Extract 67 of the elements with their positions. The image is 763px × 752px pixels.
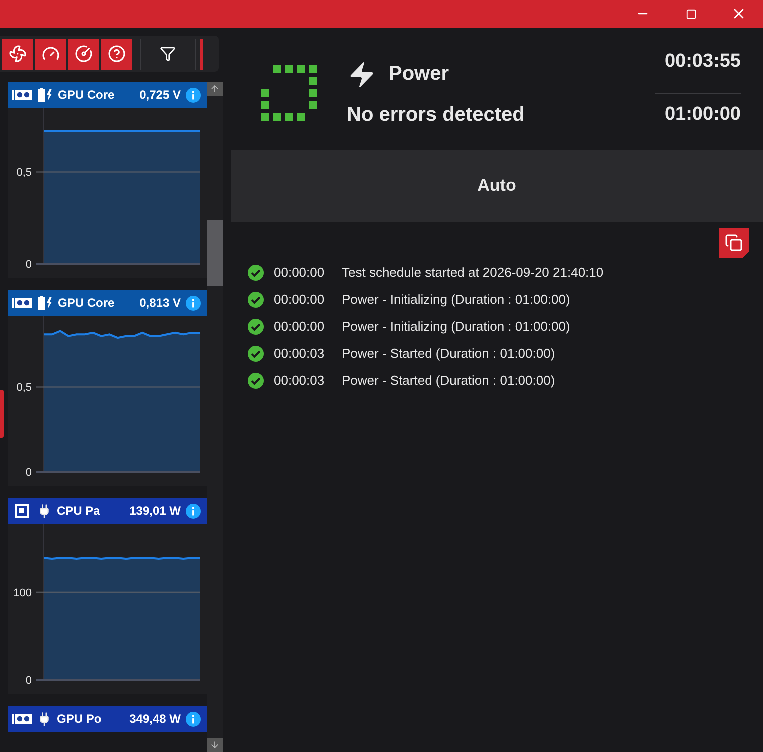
scroll-thumb[interactable] <box>207 220 223 286</box>
battery-bolt-icon <box>37 87 53 103</box>
sensor-name: GPU Core <box>58 88 115 102</box>
sensor-value: 0,725 V <box>140 88 181 102</box>
sensor-value: 139,01 W <box>130 504 181 518</box>
sensor-value: 349,48 W <box>130 712 181 726</box>
elapsed-time: 00:03:55 <box>664 50 741 74</box>
sensor-name: GPU Po <box>57 712 102 726</box>
sensor-name: CPU Pa <box>57 504 100 518</box>
battery-bolt-icon <box>37 295 53 311</box>
filter-button[interactable] <box>140 38 196 70</box>
dial-button[interactable] <box>68 38 99 70</box>
dial-icon <box>74 45 92 63</box>
graphics-card-icon <box>12 713 32 725</box>
plug-icon <box>37 712 52 726</box>
gauge-icon <box>42 45 60 63</box>
test-status: No errors detected <box>347 104 526 126</box>
sensor-value: 0,813 V <box>140 296 181 310</box>
check-icon <box>248 264 264 280</box>
filter-icon <box>160 46 176 62</box>
axis-label: 0 <box>26 259 32 271</box>
help-button[interactable] <box>101 38 132 70</box>
graphics-card-icon <box>12 89 32 101</box>
axis-label: 100 <box>14 587 32 600</box>
check-icon <box>248 318 264 334</box>
log-message: Power - Started (Duration : 01:00:00) <box>342 373 556 388</box>
log-message: Power - Initializing (Duration : 01:00:00) <box>342 292 570 307</box>
arrow-down-icon <box>210 740 220 750</box>
check-icon <box>248 346 264 362</box>
log-message: Test schedule started at 2026-09-20 21:40:10 <box>342 265 604 280</box>
axis-label: 0,5 <box>16 382 32 394</box>
gauge-button[interactable] <box>35 38 66 70</box>
sensor-name: GPU Core <box>58 296 115 310</box>
scroll-up-button[interactable] <box>207 82 223 96</box>
log-time: 00:00:00 <box>274 292 326 307</box>
check-icon <box>248 372 264 388</box>
check-icon <box>248 292 264 308</box>
log-message: Power - Started (Duration : 01:00:00) <box>342 346 556 361</box>
info-icon[interactable] <box>186 504 201 518</box>
info-icon[interactable] <box>186 88 201 102</box>
graphics-card-icon <box>12 297 32 309</box>
maximize-icon <box>686 8 696 20</box>
copy-button[interactable] <box>719 228 749 258</box>
arrow-up-icon <box>210 84 220 94</box>
processor-icon <box>15 504 29 518</box>
scrollbar[interactable] <box>207 82 223 752</box>
axis-label: 0 <box>26 467 32 479</box>
progress-icon <box>261 65 317 121</box>
log-message: Power - Initializing (Duration : 01:00:00) <box>342 319 570 334</box>
copy-icon <box>725 234 743 252</box>
scroll-down-button[interactable] <box>207 738 223 752</box>
info-icon[interactable] <box>186 712 201 726</box>
fan-icon <box>8 45 26 63</box>
test-name: Power <box>389 63 450 86</box>
test-duration: 01:00:00 <box>664 104 741 126</box>
log-time: 00:00:00 <box>274 265 326 280</box>
axis-label: 0,5 <box>16 167 32 180</box>
info-icon[interactable] <box>186 296 201 310</box>
mode-button[interactable]: Auto <box>231 150 763 222</box>
axis-label: 0 <box>26 675 32 687</box>
log-time: 00:00:00 <box>274 319 326 334</box>
fan-button[interactable] <box>2 38 33 70</box>
log-time: 00:00:03 <box>274 346 326 361</box>
help-icon <box>108 45 126 63</box>
plug-icon <box>37 504 52 518</box>
log-time: 00:00:03 <box>274 373 326 388</box>
panel-handle[interactable] <box>0 390 4 438</box>
